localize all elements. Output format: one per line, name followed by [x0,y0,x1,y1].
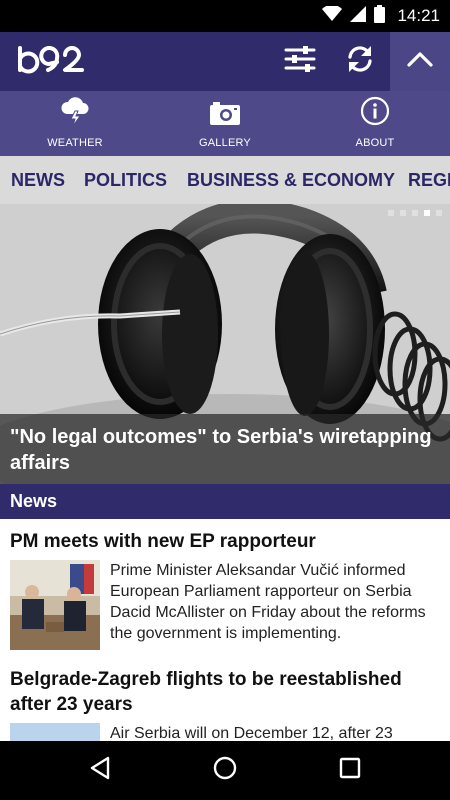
list-item[interactable]: PM meets with new EP rapporteur Prime Mi… [10,529,440,650]
collapse-button[interactable] [390,32,450,91]
settings-button[interactable] [270,32,330,91]
home-icon [213,756,237,785]
slider-dot-active[interactable] [424,210,430,216]
list-item[interactable]: Belgrade-Zagreb flights to be reestablis… [10,667,440,741]
status-bar: 14:21 [0,0,450,32]
weather-label: WEATHER [47,137,103,149]
status-time: 14:21 [397,6,440,25]
article-thumbnail[interactable] [10,723,100,741]
quick-bar: WEATHER GALLERY ABOUT [0,91,450,156]
tab-news[interactable]: NEWS [11,156,65,204]
section-header: News [0,484,450,519]
article-summary: Prime Minister Aleksandar Vučić informed… [110,562,426,642]
article-thumbnail[interactable] [10,560,100,650]
article-summary: Air Serbia will on December 12, after 23 [110,725,393,741]
tab-region[interactable]: REGI [408,156,450,204]
info-icon [360,96,390,131]
tab-business-economy[interactable]: BUSINESS & ECONOMY [187,156,395,204]
about-button[interactable]: ABOUT [300,91,450,156]
back-icon [89,756,111,785]
slider-dot[interactable] [412,210,418,216]
navigation-bar [0,741,450,800]
back-button[interactable] [70,741,130,800]
slider-dot[interactable] [388,210,394,216]
home-button[interactable] [195,741,255,800]
tab-politics[interactable]: POLITICS [84,156,167,204]
recents-button[interactable] [320,741,380,800]
gallery-label: GALLERY [199,137,251,149]
refresh-icon [345,44,375,79]
refresh-button[interactable] [330,32,390,91]
chevron-up-icon [407,51,433,72]
signal-icon [350,5,367,27]
category-tabs: NEWS POLITICS BUSINESS & ECONOMY REGI [0,156,450,204]
weather-storm-icon [60,96,90,131]
b92-logo[interactable] [16,46,86,81]
recents-icon [339,757,361,784]
settings-sliders-icon [284,45,316,78]
about-label: ABOUT [355,137,395,149]
camera-icon [209,100,241,131]
gallery-button[interactable]: GALLERY [150,91,300,156]
article-title[interactable]: Belgrade-Zagreb flights to be reestablis… [10,667,440,717]
weather-button[interactable]: WEATHER [0,91,150,156]
hero-caption[interactable]: "No legal outcomes" to Serbia's wiretapp… [0,414,450,484]
battery-icon [374,4,386,28]
slider-dot[interactable] [436,210,442,216]
hero-headline: "No legal outcomes" to Serbia's wiretapp… [10,426,432,474]
slider-dot[interactable] [400,210,406,216]
article-title[interactable]: PM meets with new EP rapporteur [10,529,440,554]
wifi-icon [322,4,343,27]
news-list: PM meets with new EP rapporteur Prime Mi… [0,519,450,741]
slider-dots [388,210,442,216]
app-bar [0,32,450,91]
featured-slider[interactable]: "No legal outcomes" to Serbia's wiretapp… [0,204,450,484]
